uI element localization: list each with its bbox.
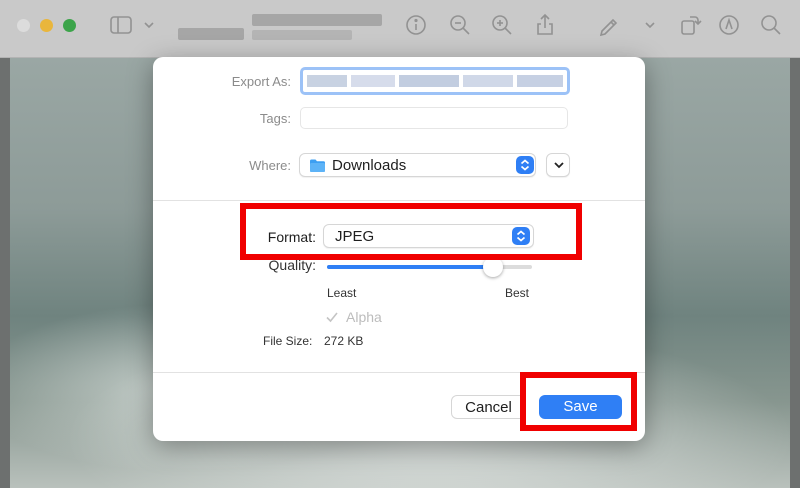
quality-max-label: Best — [505, 286, 530, 300]
file-size-value: 272 KB — [324, 334, 364, 348]
annotate-icon[interactable] — [716, 12, 742, 38]
sidebar-icon[interactable] — [108, 12, 134, 38]
document-subtitle-redacted — [252, 30, 352, 40]
save-highlight-box — [520, 372, 637, 431]
export-as-label: Export As: — [231, 74, 291, 89]
markup-pen-icon[interactable] — [596, 12, 622, 38]
expand-dialog-button[interactable] — [546, 153, 570, 177]
where-popup[interactable]: Downloads — [299, 153, 536, 177]
canvas-border-left — [0, 58, 10, 488]
folder-icon — [309, 158, 326, 173]
chevron-down-icon[interactable] — [136, 12, 154, 38]
where-value: Downloads — [332, 157, 407, 174]
filename-redacted — [517, 75, 563, 87]
chevron-down-icon — [551, 157, 567, 173]
quality-slider-fill — [327, 265, 493, 269]
alpha-label: Alpha — [346, 309, 382, 325]
window-toolbar — [0, 0, 800, 58]
filename-redacted — [307, 75, 347, 87]
filename-redacted — [399, 75, 459, 87]
up-down-chevron-icon — [516, 156, 534, 174]
checkmark-icon — [325, 310, 339, 324]
document-title-redacted — [252, 14, 382, 26]
search-icon[interactable] — [758, 12, 784, 38]
cancel-button[interactable]: Cancel — [451, 395, 526, 419]
tags-field[interactable] — [300, 107, 568, 129]
window-zoom-button[interactable] — [63, 19, 76, 32]
zoom-in-icon[interactable] — [489, 12, 515, 38]
window-close-button[interactable] — [17, 19, 30, 32]
quality-slider-knob[interactable] — [483, 257, 503, 277]
zoom-out-icon[interactable] — [447, 12, 473, 38]
rotate-icon[interactable] — [676, 12, 702, 38]
filename-redacted — [351, 75, 395, 87]
info-icon[interactable] — [403, 12, 429, 38]
file-size-label: File Size: — [263, 334, 313, 348]
alpha-checkbox[interactable]: Alpha — [325, 309, 395, 327]
filename-redacted — [463, 75, 513, 87]
format-highlight-box — [240, 203, 582, 260]
window-minimize-button[interactable] — [40, 19, 53, 32]
divider — [153, 200, 645, 201]
where-label: Where: — [249, 158, 291, 173]
tags-label: Tags: — [259, 111, 291, 126]
canvas-border-right — [790, 58, 800, 488]
export-as-field[interactable] — [300, 67, 570, 95]
quality-min-label: Least — [327, 286, 357, 300]
chevron-down-icon[interactable] — [637, 12, 655, 38]
share-icon[interactable] — [532, 12, 558, 38]
document-title-redacted — [178, 28, 244, 40]
